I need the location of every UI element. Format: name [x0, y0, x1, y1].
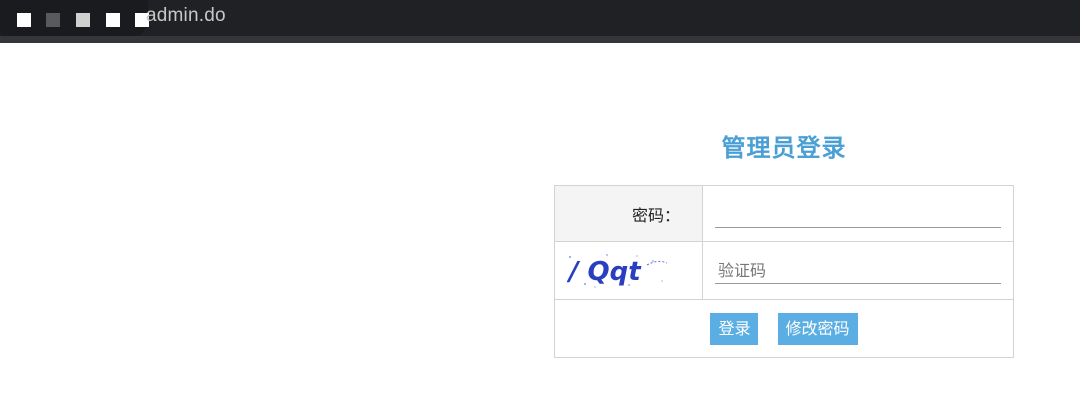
- password-field[interactable]: [715, 202, 1001, 228]
- browser-toolbar-strip: [0, 36, 1080, 43]
- redaction-square-icon: [106, 13, 120, 27]
- change-password-button[interactable]: 修改密码: [777, 312, 858, 345]
- url-text[interactable]: admin.do: [146, 5, 226, 27]
- browser-address-bar: admin.do: [0, 0, 1080, 40]
- page-title: 管理员登录: [721, 134, 847, 162]
- button-row: 登录 修改密码: [554, 299, 1014, 358]
- redaction-square-icon: [46, 13, 60, 27]
- captcha-field[interactable]: [715, 258, 1001, 284]
- captcha-cell: / Qqt: [554, 241, 703, 300]
- login-form: 密码： / Qqt 登录 修改密码: [554, 185, 1014, 358]
- button-cell: 登录 修改密码: [554, 299, 1014, 358]
- captcha-text: / Qqt: [567, 257, 642, 287]
- password-label: 密码：: [554, 185, 703, 242]
- login-button[interactable]: 登录: [710, 312, 759, 345]
- redaction-square-icon: [76, 13, 90, 27]
- captcha-row: / Qqt: [554, 241, 1014, 300]
- redaction-square-icon: [17, 13, 31, 27]
- password-cell: [702, 185, 1014, 242]
- captcha-input-cell: [702, 241, 1014, 300]
- captcha-image[interactable]: / Qqt: [567, 251, 671, 291]
- password-row: 密码：: [554, 185, 1014, 242]
